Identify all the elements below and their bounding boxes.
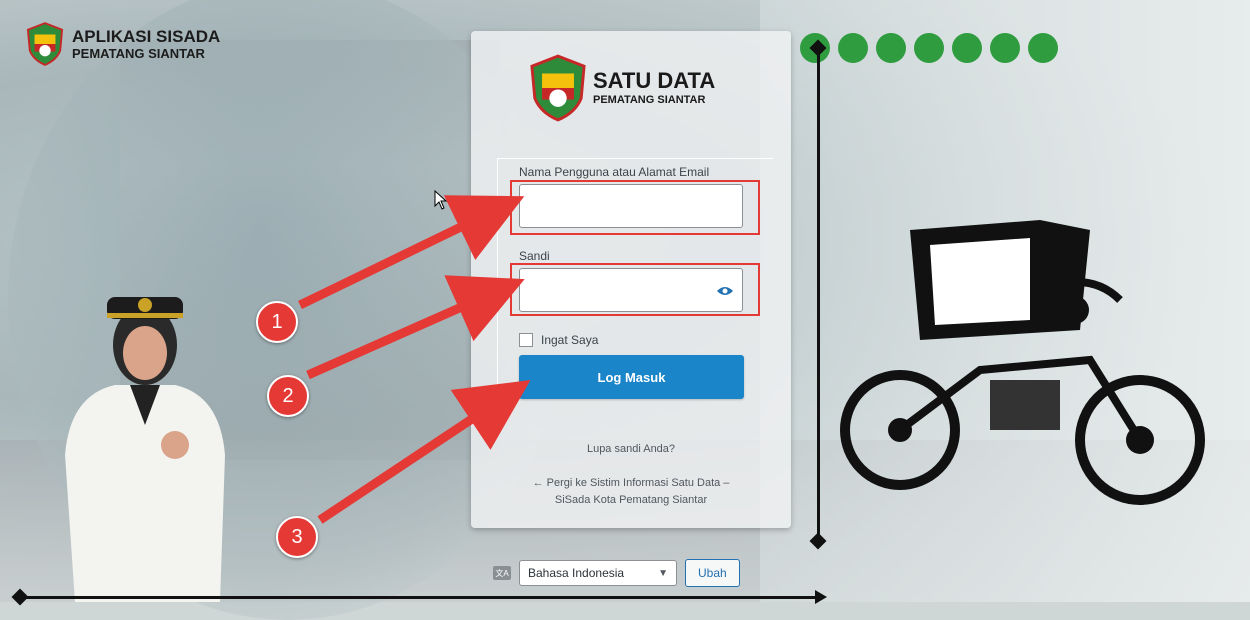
annotation-highlight-password: [510, 263, 760, 316]
back-to-site-link-line2[interactable]: SiSada Kota Pematang Siantar: [471, 494, 791, 506]
chevron-down-icon: ▼: [658, 567, 668, 579]
change-language-button[interactable]: Ubah: [685, 559, 740, 587]
city-emblem-icon: [529, 52, 587, 124]
translate-icon: 文A: [493, 566, 511, 580]
app-title-line2: PEMATANG SIANTAR: [72, 46, 205, 61]
city-emblem-icon: [26, 22, 64, 66]
annotation-highlight-username: [510, 180, 760, 235]
decorative-dot: [876, 33, 906, 63]
satu-data-logo[interactable]: SATU DATA PEMATANG SIANTAR: [529, 52, 715, 124]
remember-me-checkbox[interactable]: [519, 333, 533, 347]
lost-password-link[interactable]: Lupa sandi Anda?: [471, 443, 791, 455]
annotation-marker-2: 2: [267, 375, 309, 417]
decorative-dot: [952, 33, 982, 63]
annotation-marker-3: 3: [276, 516, 318, 558]
decorative-dot: [914, 33, 944, 63]
password-label: Sandi: [519, 249, 550, 263]
language-selected: Bahasa Indonesia: [528, 566, 625, 580]
mayor-photo: [65, 297, 225, 602]
decorative-dots: [800, 33, 1058, 63]
mouse-cursor-icon: [434, 190, 448, 210]
language-switcher: 文A Bahasa Indonesia ▼ Ubah: [493, 559, 740, 587]
brand-title: SATU DATA: [593, 68, 716, 93]
decorative-dot: [990, 33, 1020, 63]
login-button[interactable]: Log Masuk: [519, 355, 744, 399]
back-to-site-link-line1[interactable]: ← Pergi ke Sistim Informasi Satu Data –: [471, 477, 791, 489]
annotation-marker-1: 1: [256, 301, 298, 343]
becak-motorcycle-illustration: [840, 220, 1205, 505]
brand-subtitle: PEMATANG SIANTAR: [593, 94, 706, 106]
decorative-dot: [1028, 33, 1058, 63]
decorative-dot: [838, 33, 868, 63]
app-logo: APLIKASI SISADA PEMATANG SIANTAR: [26, 22, 220, 66]
app-title-line1: APLIKASI SISADA: [72, 27, 221, 46]
decorative-horizontal-line: [18, 596, 823, 599]
decorative-vertical-line: [817, 46, 820, 541]
language-select[interactable]: Bahasa Indonesia ▼: [519, 560, 677, 586]
remember-me-label: Ingat Saya: [541, 333, 599, 347]
username-label: Nama Pengguna atau Alamat Email: [519, 165, 710, 179]
